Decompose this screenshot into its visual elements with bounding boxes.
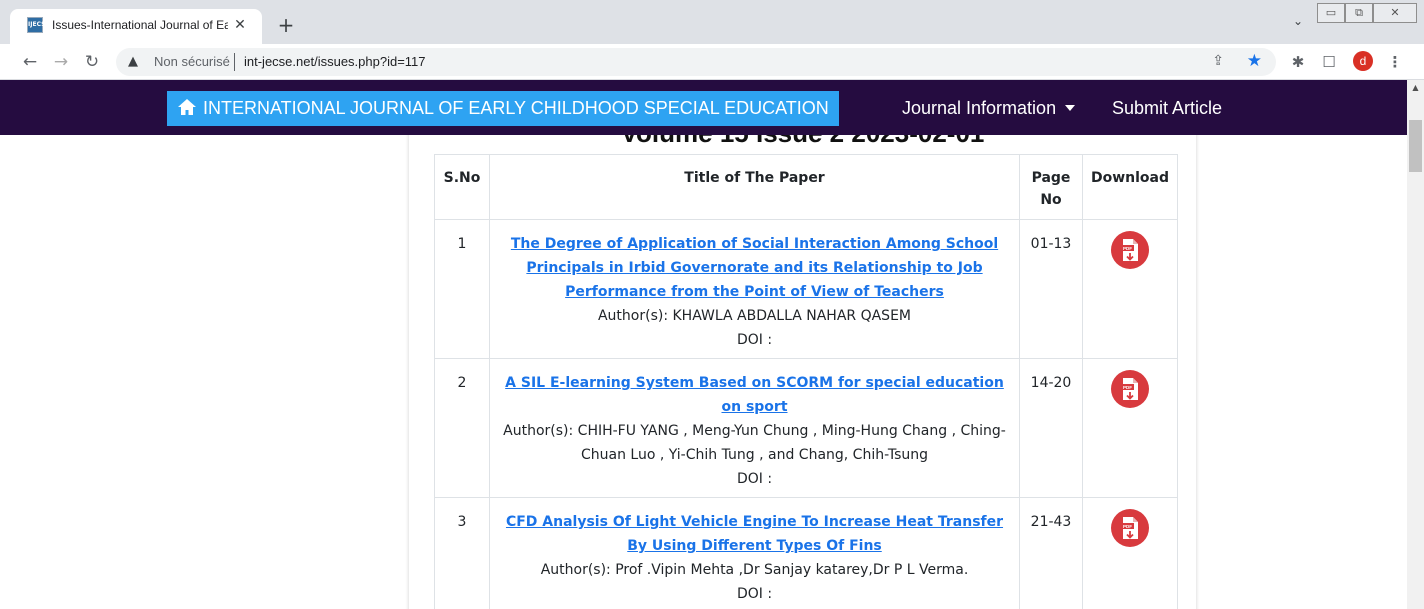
header-sno: S.No	[434, 154, 490, 220]
paper-authors: Author(s): Prof .Vipin Mehta ,Dr Sanjay …	[540, 562, 969, 578]
star-icon[interactable]: ★	[1247, 51, 1262, 71]
forward-arrow-icon[interactable]: →	[50, 51, 72, 73]
paper-title-link[interactable]: A SIL E-learning System Based on SCORM f…	[505, 375, 1004, 415]
table-row: 1 The Degree of Application of Social In…	[434, 219, 1178, 359]
submit-article-link[interactable]: Submit Article	[1112, 91, 1222, 126]
omnibox-divider	[234, 53, 235, 71]
home-icon	[178, 99, 196, 115]
row-pages: 14-20	[1019, 358, 1083, 498]
site-favicon-icon: IJECSE	[27, 17, 50, 33]
header-pages: Page No	[1019, 154, 1083, 220]
new-tab-icon[interactable]: +	[276, 15, 296, 35]
share-icon[interactable]: ⇪	[1212, 53, 1224, 69]
security-label[interactable]: Non sécurisé	[154, 54, 230, 69]
pdf-download-icon[interactable]: PDF	[1110, 230, 1150, 270]
browser-toolbar: ← → ↻ ▲ Non sécurisé int-jecse.net/issue…	[0, 44, 1424, 80]
paper-authors: Author(s): KHAWLA ABDALLA NAHAR QASEM	[597, 308, 911, 324]
row-title-cell: CFD Analysis Of Light Vehicle Engine To …	[489, 497, 1020, 609]
chevron-down-icon	[1065, 105, 1076, 111]
back-arrow-icon[interactable]: ←	[19, 51, 41, 73]
close-window-icon[interactable]: ✕	[1373, 3, 1417, 23]
page-viewport: Volume 15 Issue 2 2023-02-01 S.No Title …	[0, 80, 1407, 609]
tab-search-icon[interactable]: ⌄	[1293, 14, 1303, 28]
close-tab-icon[interactable]: ✕	[230, 15, 250, 35]
brand-link[interactable]: INTERNATIONAL JOURNAL OF EARLY CHILDHOOD…	[167, 91, 839, 126]
row-pages: 21-43	[1019, 497, 1083, 609]
tab-strip: IJECSE Issues-International Journal of E…	[0, 0, 1424, 44]
papers-table: S.No Title of The Paper Page No Download…	[434, 154, 1178, 609]
journal-information-dropdown[interactable]: Journal Information	[902, 91, 1076, 126]
profile-avatar[interactable]: d	[1353, 51, 1373, 71]
header-title: Title of The Paper	[489, 154, 1020, 220]
minimize-icon[interactable]: ▭	[1317, 3, 1345, 23]
pdf-download-icon[interactable]: PDF	[1110, 508, 1150, 548]
header-download: Download	[1082, 154, 1178, 220]
site-navbar: INTERNATIONAL JOURNAL OF EARLY CHILDHOOD…	[0, 80, 1407, 135]
paper-doi: DOI :	[736, 586, 773, 602]
tab-title: Issues-International Journal of Ea	[52, 18, 228, 32]
row-title-cell: The Degree of Application of Social Inte…	[489, 219, 1020, 359]
paper-doi: DOI :	[736, 471, 773, 487]
svg-text:PDF: PDF	[1123, 524, 1132, 529]
browser-tab[interactable]: IJECSE Issues-International Journal of E…	[10, 9, 262, 44]
paper-doi: DOI :	[736, 332, 773, 348]
table-row: 3 CFD Analysis Of Light Vehicle Engine T…	[434, 497, 1178, 609]
address-bar[interactable]: ▲ Non sécurisé int-jecse.net/issues.php?…	[116, 48, 1276, 76]
extensions-icon[interactable]: ✱	[1287, 51, 1309, 73]
svg-text:PDF: PDF	[1123, 385, 1132, 390]
row-download-cell: PDF	[1082, 358, 1178, 498]
journal-information-label: Journal Information	[902, 98, 1057, 118]
table-header-row: S.No Title of The Paper Page No Download	[434, 154, 1178, 220]
reload-icon[interactable]: ↻	[81, 51, 103, 73]
restore-icon[interactable]: ⧉	[1345, 3, 1373, 23]
row-download-cell: PDF	[1082, 497, 1178, 609]
row-sno: 2	[434, 358, 490, 498]
paper-authors: Author(s): CHIH-FU YANG , Meng-Yun Chung…	[503, 423, 1006, 463]
row-title-cell: A SIL E-learning System Based on SCORM f…	[489, 358, 1020, 498]
row-sno: 3	[434, 497, 490, 609]
sidepanel-icon[interactable]: ☐	[1318, 51, 1340, 73]
url-text[interactable]: int-jecse.net/issues.php?id=117	[244, 54, 426, 69]
scroll-thumb[interactable]	[1409, 120, 1422, 172]
row-sno: 1	[434, 219, 490, 359]
row-download-cell: PDF	[1082, 219, 1178, 359]
menu-icon[interactable]: ⋮	[1384, 51, 1406, 73]
brand-text: INTERNATIONAL JOURNAL OF EARLY CHILDHOOD…	[203, 98, 829, 118]
pdf-download-icon[interactable]: PDF	[1110, 369, 1150, 409]
warning-icon[interactable]: ▲	[128, 54, 138, 69]
row-pages: 01-13	[1019, 219, 1083, 359]
paper-title-link[interactable]: The Degree of Application of Social Inte…	[511, 236, 998, 300]
issue-card: Volume 15 Issue 2 2023-02-01 S.No Title …	[409, 80, 1196, 609]
paper-title-link[interactable]: CFD Analysis Of Light Vehicle Engine To …	[506, 514, 1003, 554]
page-scrollbar[interactable]: ▲	[1407, 80, 1424, 609]
scroll-up-icon[interactable]: ▲	[1407, 83, 1424, 92]
table-row: 2 A SIL E-learning System Based on SCORM…	[434, 358, 1178, 498]
svg-text:PDF: PDF	[1123, 246, 1132, 251]
